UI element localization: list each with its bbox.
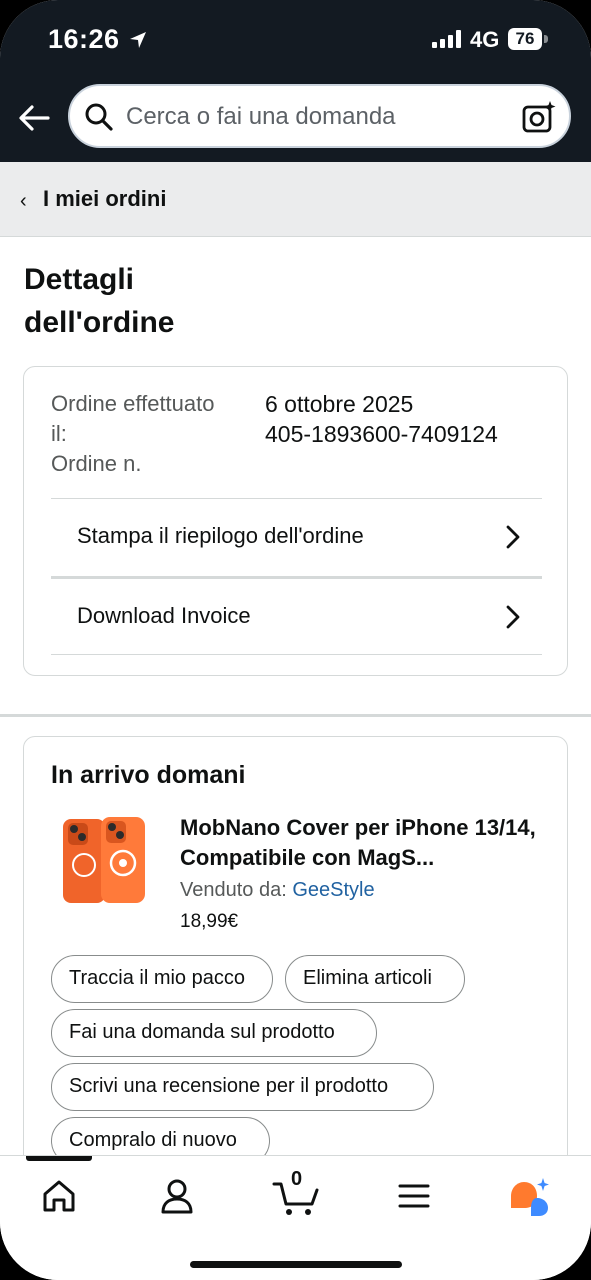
print-summary-label: Stampa il riepilogo dell'ordine <box>77 523 364 548</box>
breadcrumb-label[interactable]: I miei ordini <box>43 186 166 212</box>
order-meta-labels: Ordine effettuato il: Ordine n. <box>51 389 231 479</box>
menu-icon[interactable] <box>392 1174 436 1218</box>
search-input[interactable]: Cerca o fai una domanda <box>126 103 396 131</box>
order-placed-label: Ordine effettuato il: <box>51 391 215 446</box>
battery-tip <box>544 35 548 43</box>
cart-count: 0 <box>291 1168 303 1190</box>
network-type: 4G <box>470 27 500 52</box>
bottom-navigation: 0 <box>0 1155 591 1280</box>
battery-icon: 76 <box>508 28 542 50</box>
search-bar[interactable]: Cerca o fai una domanda <box>68 84 571 148</box>
ask-question-button[interactable]: Fai una domanda sul prodotto <box>51 1009 377 1057</box>
seller-label: Venduto da: <box>180 879 293 901</box>
chevron-right-icon <box>506 605 520 629</box>
page-title: Dettagli dell'ordine <box>24 263 175 339</box>
write-review-button[interactable]: Scrivi una recensione per il prodotto <box>51 1063 434 1111</box>
print-summary-link[interactable]: Stampa il riepilogo dell'ordine <box>51 498 542 576</box>
status-time-text: 16:26 <box>48 24 120 54</box>
seller-info: Venduto da: GeeStyle <box>180 879 375 902</box>
delete-items-button[interactable]: Elimina articoli <box>285 955 465 1003</box>
chevron-left-icon: ‹ <box>20 190 27 212</box>
back-arrow-icon[interactable] <box>16 100 52 136</box>
camera-search-icon[interactable] <box>521 99 557 135</box>
status-bar: 16:26 4G 76 <box>0 0 591 80</box>
divider-line <box>51 654 542 655</box>
phone-screen: 16:26 4G 76 Cerca o fai una domanda ‹ I … <box>0 0 591 1280</box>
product-price: 18,99€ <box>180 911 239 932</box>
delivery-status-title: In arrivo domani <box>51 761 246 789</box>
home-indicator <box>190 1261 402 1268</box>
location-arrow-icon <box>129 31 146 48</box>
download-invoice-label: Download Invoice <box>77 603 251 628</box>
delivery-card: In arrivo domani MobNano Cover per iPhon… <box>23 736 568 1206</box>
app-header: 16:26 4G 76 Cerca o fai una domanda <box>0 0 591 162</box>
order-number: 405-1893600-7409124 <box>265 421 498 447</box>
home-icon[interactable] <box>37 1174 81 1218</box>
track-package-button[interactable]: Traccia il mio pacco <box>51 955 273 1003</box>
order-number-label: Ordine n. <box>51 451 142 476</box>
product-title[interactable]: MobNano Cover per iPhone 13/14, Compatib… <box>180 813 552 873</box>
search-icon <box>85 103 113 131</box>
order-meta-values: 6 ottobre 2025 405-1893600-7409124 <box>265 389 498 449</box>
breadcrumb[interactable]: ‹ I miei ordini <box>0 162 591 237</box>
product-thumbnail[interactable] <box>61 813 147 909</box>
status-time: 16:26 <box>48 24 148 55</box>
seller-link[interactable]: GeeStyle <box>292 879 374 901</box>
order-date: 6 ottobre 2025 <box>265 391 414 417</box>
section-divider <box>0 714 591 717</box>
download-invoice-link[interactable]: Download Invoice <box>51 576 542 654</box>
order-summary-card: Ordine effettuato il: Ordine n. 6 ottobr… <box>23 366 568 676</box>
ai-assistant-icon[interactable] <box>507 1174 551 1218</box>
cellular-signal-icon <box>432 30 461 48</box>
user-icon[interactable] <box>155 1174 199 1218</box>
chevron-right-icon <box>506 525 520 549</box>
active-tab-indicator <box>26 1156 92 1161</box>
